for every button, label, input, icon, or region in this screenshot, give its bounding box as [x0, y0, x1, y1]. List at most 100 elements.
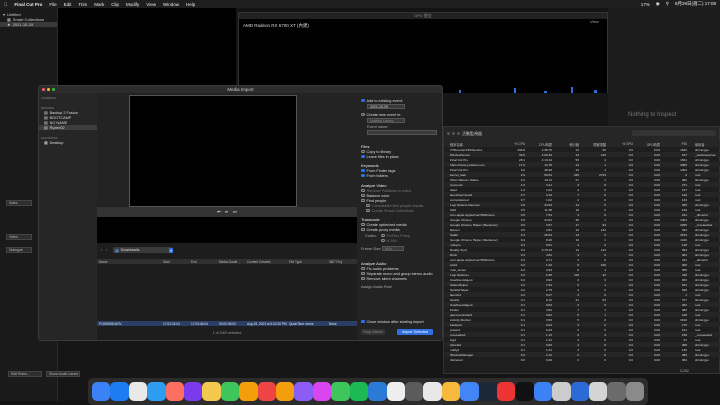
col-cputime[interactable]: CPU時間 — [529, 142, 556, 147]
index-button[interactable]: Index — [6, 200, 32, 206]
process-row[interactable]: Safari 0.4 30.03 13 0 0.0 0.00 3153 shimingyu — [444, 232, 720, 237]
dock-app-icon[interactable] — [460, 382, 479, 401]
menu-help[interactable]: Help — [186, 2, 195, 7]
menu-modify[interactable]: Modify — [126, 2, 139, 7]
dock-app-icon[interactable] — [220, 382, 240, 401]
process-row[interactable]: Activity Monitor 0.1 3.53 5 2 0.0 0.00 3190 shim… — [444, 317, 720, 322]
menu-window[interactable]: Window — [163, 2, 179, 7]
forward-icon[interactable]: › — [106, 247, 107, 252]
process-row[interactable]: UserEventAgent 0.2 0.93 3 0 0.0 0.00 453 shiming… — [444, 277, 720, 282]
close-window-option[interactable]: Close window after starting import — [361, 319, 424, 324]
device-item[interactable]: ▤ Ryzen02 — [39, 125, 97, 130]
process-row[interactable]: https://www.youtube.com 17.0 10.78 14 1 0.0 0.… — [444, 162, 720, 167]
process-row[interactable]: distnoted 0.0 0.26 2 0 0.0 0.00 454 shimingyu — [444, 357, 720, 362]
col-user[interactable]: 使用者 — [691, 142, 719, 147]
col-end[interactable]: End — [189, 260, 217, 264]
process-row[interactable]: WindowManager 0.0 2.12 6 0 0.0 0.00 489 shimingy… — [444, 352, 720, 357]
process-row[interactable]: powerd 0.1 0.43 3 0 0.0 0.00 121 root — [444, 327, 720, 332]
dock-app-icon[interactable] — [165, 382, 185, 401]
col-filetype[interactable]: File Type — [287, 260, 327, 264]
prev-icon[interactable]: ⏮ — [217, 209, 221, 214]
dock-app-icon[interactable] — [349, 382, 369, 401]
from-folders[interactable]: From folders — [361, 173, 388, 178]
dock-app-icon[interactable] — [570, 382, 589, 401]
add-existing-option[interactable]: Add to existing event: — [361, 98, 403, 103]
menu-file[interactable]: File — [49, 2, 56, 7]
process-row[interactable]: launchd 0.2 5.27 3 0 0.0 0.00 1 root — [444, 292, 720, 297]
video-role[interactable]: Video — [6, 234, 32, 240]
process-row[interactable]: notifyd 0.1 1.21 3 0 0.0 0.00 130 root — [444, 347, 720, 352]
process-row[interactable]: com.apple.AppleUserHIDDrivers 0.3 4.71 3 0 0.… — [444, 257, 720, 262]
process-row[interactable]: contextstored 0.7 1.62 2 0 0.0 0.00 134 root — [444, 197, 720, 202]
dock-app-icon[interactable] — [441, 382, 461, 401]
menu-clip[interactable]: Clip — [111, 2, 119, 7]
next-icon[interactable]: ⏭ — [233, 209, 237, 214]
battery-text[interactable]: 17% — [641, 2, 650, 7]
col-process[interactable]: 程序名稱 — [444, 142, 502, 147]
col-idle[interactable]: 閒置喚醒 — [583, 142, 610, 147]
close-icon[interactable] — [447, 132, 450, 135]
process-row[interactable]: WindowServer 30.6 1:00:49 14 125 0.0 0.00 167 _w… — [444, 152, 720, 157]
dock-app-icon[interactable] — [588, 382, 608, 401]
dock-app-icon[interactable] — [515, 382, 534, 401]
process-row[interactable]: amfd 0.2 1.26 5 108 0.0 0.00 300 root — [444, 262, 720, 267]
process-row[interactable]: gamecontrollerd 0.1 0.62 5 1 0.0 0.00 218 root — [444, 312, 720, 317]
process-row[interactable]: logd 0.1 1.41 4 0 0.0 0.00 97 root — [444, 337, 720, 342]
dock-app-icon[interactable] — [533, 382, 553, 401]
dock-app-icon[interactable] — [92, 382, 111, 401]
codec-h264[interactable]: H.264 — [381, 238, 397, 243]
col-name[interactable]: Name — [97, 260, 161, 264]
dock-app-icon[interactable] — [312, 382, 332, 401]
dialogue-role[interactable]: Dialogue — [6, 247, 32, 253]
library-popup[interactable]: Untitled Library — [367, 118, 405, 123]
menu-view[interactable]: View — [146, 2, 156, 7]
app-menu[interactable]: Final Cut Pro — [14, 2, 42, 7]
close-icon[interactable] — [42, 88, 45, 91]
process-row[interactable]: com.apple.AppleUserHIDDrivers 0.5 7.54 3 0 0.… — [444, 212, 720, 217]
process-row[interactable]: mdsync 0.3 5.61 4 0 0.0 0.00 148 root — [444, 242, 720, 247]
favorite-item[interactable]: ▦ Desktop — [39, 140, 97, 146]
dock-app-icon[interactable] — [552, 382, 571, 401]
process-row[interactable]: SpotifyHelper 0.2 2.75 4 0 0.0 0.00 528 shimingy… — [444, 287, 720, 292]
dock-app-icon[interactable] — [276, 382, 295, 401]
process-row[interactable]: Final Cut Pro 3.0 38.48 44 1 0.0 0.00 1404 shimi… — [444, 167, 720, 172]
process-row[interactable]: StatusHelper 0.2 1.54 5 1 0.0 0.00 531 shimingyu — [444, 282, 720, 287]
process-row[interactable]: launchservicesd 0.7 3.19 7 0 0.0 0.00 129 root — [444, 192, 720, 197]
process-row[interactable]: mds_stores 0.2 4.93 6 1 0.0 0.00 355 root — [444, 267, 720, 272]
col-duration[interactable]: Media Durati… — [217, 260, 245, 264]
view-menu[interactable]: View — [590, 19, 599, 24]
proxy-media[interactable]: Create proxy media — [361, 227, 400, 232]
col-gpu[interactable]: % GPU — [610, 142, 637, 146]
process-row[interactable]: backupd 0.1 0.04 3 0 0.0 0.00 176 root — [444, 322, 720, 327]
dock-app-icon[interactable] — [110, 382, 129, 401]
dock-app-icon[interactable] — [368, 382, 387, 401]
datetime[interactable]: 8月29日(週二) 17:08 — [675, 1, 716, 7]
col-start[interactable]: Start — [161, 260, 189, 264]
dock-app-icon[interactable] — [496, 382, 516, 401]
search-icon[interactable]: ⚲ — [666, 1, 669, 7]
col-threads[interactable]: 執行緒 — [556, 142, 583, 147]
process-row[interactable]: Google Chrome 0.5 22.64 38 1 0.0 0.00 1404 shimi… — [444, 217, 720, 222]
col-gputime[interactable]: GPU時間 — [637, 142, 664, 147]
tab-bar[interactable] — [632, 130, 716, 136]
event-name-field[interactable] — [367, 130, 437, 135]
dock-app-icon[interactable] — [184, 382, 203, 401]
create-new-option[interactable]: Create new event in: — [361, 112, 401, 117]
dock-app-icon[interactable] — [386, 382, 405, 401]
dock-app-icon[interactable] — [294, 382, 313, 401]
leave-in-place[interactable]: Leave files in place — [361, 154, 399, 159]
process-row[interactable]: Final Cut Pro 28.1 1:13.44 50 4 0.0 0.00 1521 sh… — [444, 157, 720, 162]
process-row[interactable]: cfprefsd 0.1 0.60 4 0 0.0 0.00 458 shimingyu — [444, 342, 720, 347]
col-created[interactable]: Content Created — [245, 260, 287, 264]
col-360[interactable]: 360° Proj — [327, 260, 357, 264]
remove-silent[interactable]: Remove silent channels — [361, 276, 407, 281]
dock-app-icon[interactable] — [128, 382, 148, 401]
process-row[interactable]: hidd 0.5 11.38 10 0 0.0 0.00 149 root — [444, 207, 720, 212]
minimize-icon[interactable] — [47, 88, 50, 91]
dock-app-icon[interactable] — [423, 382, 442, 401]
dock-app-icon[interactable] — [331, 382, 350, 401]
process-row[interactable]: Reality Sync 0.3 2:15.43 14 143 0.0 0.00 394 shi… — [444, 247, 720, 252]
process-row[interactable]: Eleven 0.5 2.81 19 143 0.0 0.00 394 shimingyu — [444, 227, 720, 232]
back-icon[interactable]: ‹ — [101, 247, 102, 252]
location-popup[interactable]: ▦ Downloads ▾ — [113, 247, 173, 253]
